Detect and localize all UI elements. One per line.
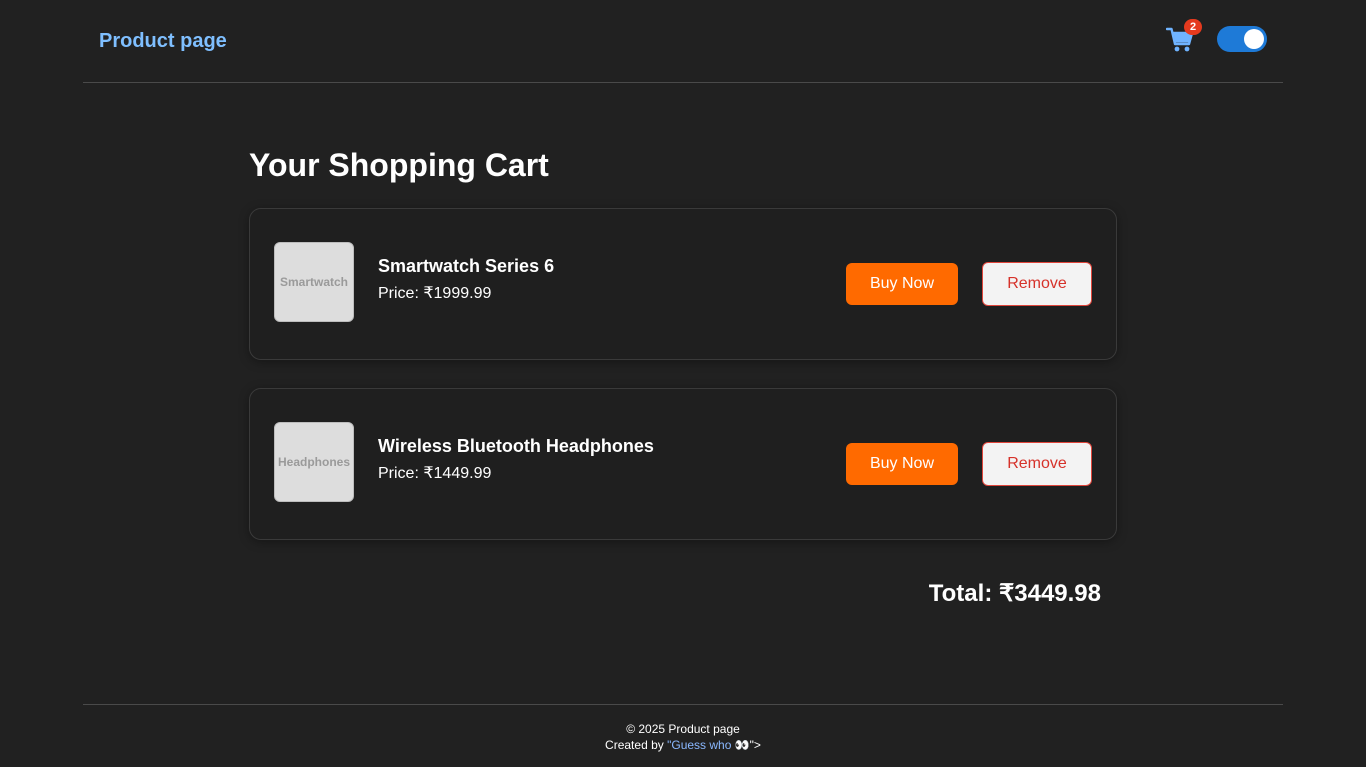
page-title: Your Shopping Cart	[249, 147, 549, 183]
cart-button[interactable]: 2	[1166, 19, 1202, 55]
product-name: Smartwatch Series 6	[378, 256, 555, 276]
remove-button[interactable]: Remove	[982, 262, 1092, 306]
author-link[interactable]: "Guess who 👀	[667, 738, 750, 752]
remove-button[interactable]: Remove	[982, 442, 1092, 486]
product-price: Price: ₹1449.99	[378, 465, 492, 482]
created-by-text: Created by	[605, 738, 668, 752]
cart-item: Smartwatch Smartwatch Series 6 Price: ₹1…	[249, 208, 1117, 360]
product-name: Wireless Bluetooth Headphones	[378, 436, 654, 456]
product-price: Price: ₹1999.99	[378, 285, 492, 302]
page: Product page 2 Your Shopping Cart Smartw…	[0, 0, 1366, 767]
cart-item: Headphones Wireless Bluetooth Headphones…	[249, 388, 1117, 540]
buy-now-button[interactable]: Buy Now	[846, 263, 958, 305]
product-image: Headphones	[274, 422, 354, 502]
credit-line: Created by "Guess who 👀">	[83, 737, 1283, 753]
buy-now-button[interactable]: Buy Now	[846, 443, 958, 485]
cart-total: Total: ₹3449.98	[928, 580, 1101, 607]
credit-trailing-text: ">	[749, 738, 761, 752]
cart-count-badge: 2	[1184, 19, 1202, 35]
brand-link[interactable]: Product page	[99, 29, 227, 53]
toggle-knob	[1244, 29, 1264, 49]
product-image: Smartwatch	[274, 242, 354, 322]
copyright-text: © 2025 Product page	[626, 722, 740, 736]
theme-toggle[interactable]	[1217, 26, 1267, 52]
header: Product page 2	[83, 0, 1283, 83]
footer: © 2025 Product page Created by "Guess wh…	[83, 704, 1283, 767]
